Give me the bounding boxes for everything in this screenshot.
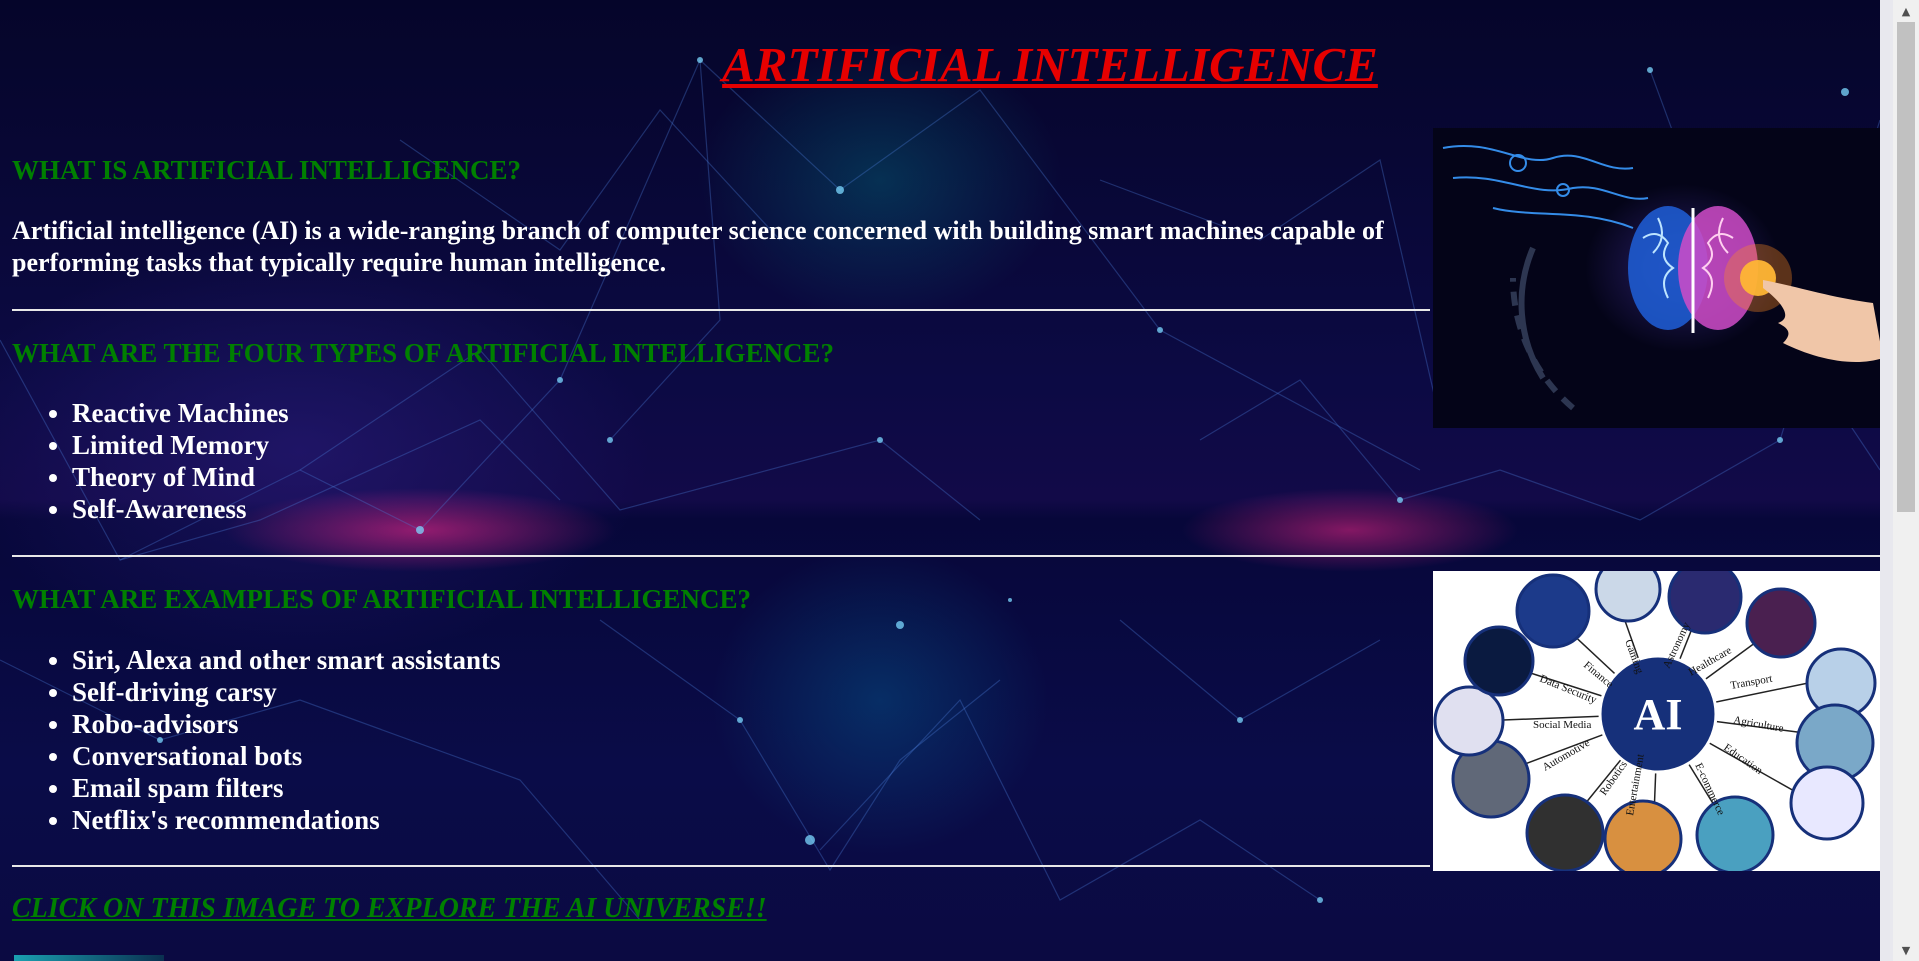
ai-applications-diagram: AI Finance Gaming Astronomy Healthcare T… (1433, 571, 1883, 871)
ai-diagram-label: Robotics (1598, 759, 1630, 798)
ai-diagram-center-label: AI (1634, 690, 1683, 739)
list-item: Email spam filters (72, 772, 501, 804)
ai-diagram-label: Education (1721, 742, 1765, 778)
vertical-scrollbar[interactable]: ▲ ▼ (1893, 0, 1919, 961)
explore-ai-link[interactable]: CLICK ON THIS IMAGE TO EXPLORE THE AI UN… (12, 893, 767, 925)
list-item: Netflix's recommendations (72, 804, 501, 836)
ai-examples-list: Siri, Alexa and other smart assistants S… (12, 644, 501, 836)
divider (12, 309, 1430, 311)
ai-diagram-label: Healthcare (1687, 644, 1734, 678)
list-item: Limited Memory (72, 429, 289, 461)
list-item: Self-Awareness (72, 493, 289, 525)
ai-diagram-label: Transport (1729, 673, 1773, 692)
page-edge (1880, 0, 1893, 961)
ai-diagram-label: Data Security (1538, 673, 1599, 707)
bottom-image-thumbnail[interactable] (14, 955, 164, 961)
ai-diagram-label: Finance (1581, 659, 1615, 691)
list-item: Theory of Mind (72, 461, 289, 493)
ai-types-list: Reactive Machines Limited Memory Theory … (12, 397, 289, 525)
four-types-heading: WHAT ARE THE FOUR TYPES OF ARTIFICIAL IN… (12, 338, 834, 368)
ai-definition-text: Artificial intelligence (AI) is a wide-r… (12, 216, 1384, 277)
list-item: Robo-advisors (72, 708, 501, 740)
triangle-down-icon[interactable]: ▼ (1893, 939, 1919, 961)
what-is-ai-heading: WHAT IS ARTIFICIAL INTELLIGENCE? (12, 155, 521, 185)
triangle-up-icon[interactable]: ▲ (1893, 0, 1919, 22)
ai-diagram-label: Social Media (1533, 719, 1591, 731)
scrollbar-thumb[interactable] (1897, 22, 1915, 512)
examples-heading: WHAT ARE EXAMPLES OF ARTIFICIAL INTELLIG… (12, 584, 751, 614)
list-item: Reactive Machines (72, 397, 289, 429)
list-item: Self-driving carsy (72, 676, 501, 708)
page-title: ARTIFICIAL INTELLIGENCE (722, 37, 1378, 92)
list-item: Siri, Alexa and other smart assistants (72, 644, 501, 676)
divider (12, 555, 1882, 557)
ai-brain-image (1433, 128, 1883, 428)
list-item: Conversational bots (72, 740, 501, 772)
ai-diagram-label: Agriculture (1732, 714, 1784, 735)
divider (12, 865, 1430, 867)
